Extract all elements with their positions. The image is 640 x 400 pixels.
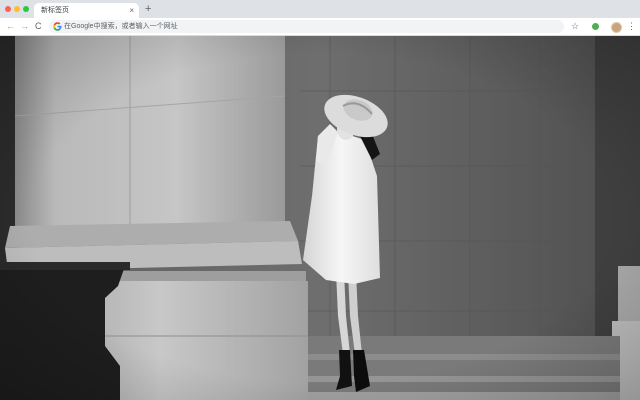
tab-new-tab[interactable]: 新标签页 × <box>34 3 139 18</box>
new-tab-page <box>0 36 640 400</box>
browser-toolbar: ← → C 在Google中搜索，或者输入一个网址 ☆ ⋮ <box>0 18 640 36</box>
bookmark-star-icon[interactable]: ☆ <box>571 20 579 33</box>
google-g-icon <box>53 22 62 31</box>
forward-button[interactable]: → <box>20 20 29 33</box>
tab-strip: 新标签页 × + <box>0 0 640 18</box>
address-bar[interactable]: 在Google中搜索，或者输入一个网址 <box>49 20 564 33</box>
tab-title: 新标签页 <box>41 7 69 14</box>
address-bar-placeholder: 在Google中搜索，或者输入一个网址 <box>64 23 178 30</box>
tab-close-icon[interactable]: × <box>129 6 134 15</box>
window-close-button[interactable] <box>5 6 11 12</box>
profile-avatar-icon[interactable] <box>611 22 622 33</box>
back-button[interactable]: ← <box>6 20 15 33</box>
window-minimize-button[interactable] <box>14 6 20 12</box>
background-wallpaper <box>0 36 640 400</box>
new-tab-button[interactable]: + <box>145 2 151 16</box>
reload-button[interactable]: C <box>35 20 42 33</box>
kebab-menu-icon[interactable]: ⋮ <box>627 20 636 33</box>
extension-icon[interactable] <box>592 23 599 30</box>
window-maximize-button[interactable] <box>23 6 29 12</box>
